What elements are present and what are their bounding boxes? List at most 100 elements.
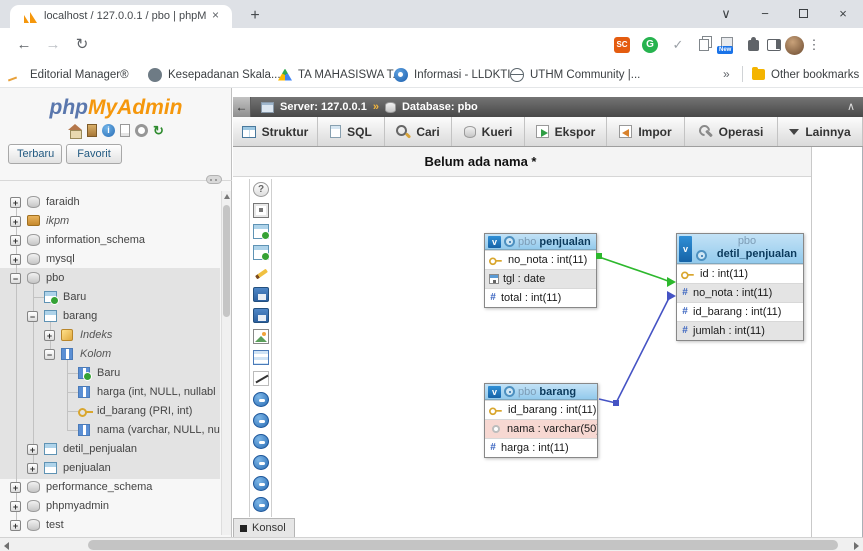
column-row[interactable]: #id_barang : int(11): [677, 302, 803, 321]
fullscreen-icon[interactable]: [253, 203, 269, 218]
export-image-icon[interactable]: [253, 329, 269, 344]
tree-item-detil_penjualan[interactable]: +detil_penjualan: [0, 440, 220, 459]
favorite-tables-button[interactable]: Favorit: [66, 144, 122, 164]
bookmark-item[interactable]: Editorial Manager®: [10, 66, 129, 83]
column-row[interactable]: #total : int(11): [485, 288, 596, 307]
tree-vertical-scrollbar[interactable]: [221, 191, 231, 535]
breadcrumb-server[interactable]: Server: 127.0.0.1: [280, 101, 367, 113]
expand-icon[interactable]: +: [10, 254, 21, 265]
tab-ekspor[interactable]: Ekspor: [525, 117, 607, 146]
column-row[interactable]: no_nota : int(11): [485, 250, 596, 269]
scroll-up-icon[interactable]: [224, 194, 230, 199]
tab-operasi[interactable]: Operasi: [685, 117, 778, 146]
column-row[interactable]: #no_nota : int(11): [677, 283, 803, 302]
close-button[interactable]: ×: [828, 0, 858, 28]
show-tables-icon[interactable]: [253, 245, 269, 260]
toggle-icon[interactable]: v: [488, 386, 501, 398]
column-row[interactable]: tgl : date: [485, 269, 596, 288]
expand-icon[interactable]: +: [44, 330, 55, 341]
tree-item-penjualan[interactable]: +penjualan: [0, 459, 220, 478]
check-extension-icon[interactable]: ✓: [666, 33, 690, 57]
column-row[interactable]: nama : varchar(50): [485, 419, 597, 438]
tree-item-Kolom[interactable]: −Kolom: [0, 345, 220, 364]
tree-item-phpmyadmin[interactable]: +phpmyadmin: [0, 497, 220, 516]
pin-text-icon[interactable]: [253, 476, 269, 491]
expand-icon[interactable]: +: [10, 235, 21, 246]
toggle-icon[interactable]: v: [679, 236, 692, 262]
new-relation-icon[interactable]: [253, 371, 269, 386]
collapse-icon[interactable]: −: [44, 349, 55, 360]
console-tab[interactable]: Konsol: [233, 518, 295, 537]
phpmyadmin-logo[interactable]: phpMyAdmin: [0, 96, 232, 120]
bookmark-item[interactable]: Kesepadanan Skala...: [148, 66, 281, 83]
save-icon[interactable]: [253, 287, 269, 302]
table-header[interactable]: vpbodetil_penjualan: [677, 234, 803, 264]
tree-item-information_schema[interactable]: +information_schema: [0, 231, 220, 250]
expand-icon[interactable]: +: [27, 444, 38, 455]
toggle-lines-icon[interactable]: [253, 455, 269, 470]
tab-lainnya[interactable]: Lainnya: [778, 117, 863, 146]
reload-icon[interactable]: ↻: [70, 33, 94, 57]
tree-item-test[interactable]: +test: [0, 516, 220, 535]
sc-extension-icon[interactable]: SC: [610, 33, 634, 57]
collapse-icon[interactable]: −: [10, 273, 21, 284]
bookmark-item[interactable]: UTHM Community |...: [510, 66, 640, 83]
column-row[interactable]: #jumlah : int(11): [677, 321, 803, 340]
snap-grid-icon[interactable]: [253, 413, 269, 428]
table-options-gear-icon[interactable]: [504, 236, 515, 247]
designer-table-detil_penjualan[interactable]: vpbodetil_penjualanid : int(11)#no_nota …: [676, 233, 804, 341]
add-table-icon[interactable]: [253, 224, 269, 239]
column-row[interactable]: #harga : int(11): [485, 438, 597, 457]
angular-links-icon[interactable]: [253, 392, 269, 407]
designer-table-barang[interactable]: vpbo barangid_barang : int(11)nama : var…: [484, 383, 598, 458]
designer-table-penjualan[interactable]: vpbo penjualanno_nota : int(11)tgl : dat…: [484, 233, 597, 308]
tab-kueri[interactable]: Kueri: [452, 117, 525, 146]
new-tab-button[interactable]: +: [243, 4, 267, 28]
tree-item-Baru[interactable]: Baru: [0, 364, 220, 383]
tree-item-performance_schema[interactable]: +performance_schema: [0, 478, 220, 497]
tab-cari[interactable]: Cari: [385, 117, 452, 146]
tree-item-harga[interactable]: harga (int, NULL, nullabl: [0, 383, 220, 402]
bookmark-item[interactable]: Informasi - LLDKTI...: [394, 66, 520, 83]
page-icon[interactable]: [120, 124, 130, 137]
grammarly-extension-icon[interactable]: G: [638, 33, 662, 57]
column-row[interactable]: id_barang : int(11): [485, 400, 597, 419]
tree-item-nama[interactable]: nama (varchar, NULL, nu: [0, 421, 220, 440]
build-query-icon[interactable]: [253, 497, 269, 512]
recent-tables-button[interactable]: Terbaru: [8, 144, 62, 164]
breadcrumb-database[interactable]: Database: pbo: [402, 101, 478, 113]
help-icon[interactable]: ?: [253, 182, 269, 197]
copy-extension-icon[interactable]: [692, 33, 716, 57]
collapse-icon[interactable]: −: [27, 311, 38, 322]
table-header[interactable]: vpbo barang: [485, 384, 597, 400]
bookmarks-overflow-icon[interactable]: »: [723, 67, 730, 81]
maximize-button[interactable]: [789, 0, 819, 28]
forward-icon[interactable]: →: [41, 33, 65, 57]
save-as-icon[interactable]: [253, 308, 269, 323]
settings-gear-icon[interactable]: [135, 124, 148, 137]
horizontal-scroll-thumb[interactable]: [88, 540, 838, 550]
small-big-all-icon[interactable]: [253, 434, 269, 449]
tab-sql[interactable]: SQL: [318, 117, 385, 146]
toggle-icon[interactable]: v: [488, 236, 501, 248]
expand-icon[interactable]: +: [10, 482, 21, 493]
tab-impor[interactable]: Impor: [607, 117, 685, 146]
column-row[interactable]: id : int(11): [677, 264, 803, 283]
info-icon[interactable]: i: [102, 124, 115, 137]
expand-icon[interactable]: +: [27, 463, 38, 474]
scroll-left-icon[interactable]: [4, 542, 9, 550]
collapse-menubar-icon[interactable]: ∧: [847, 97, 855, 117]
scroll-right-icon[interactable]: [854, 542, 859, 550]
home-icon[interactable]: [68, 124, 82, 137]
tree-item-barang[interactable]: −barang: [0, 307, 220, 326]
tree-item-id_barang[interactable]: id_barang (PRI, int): [0, 402, 220, 421]
tree-item-pbo[interactable]: −pbo: [0, 269, 220, 288]
scroll-thumb[interactable]: [223, 205, 230, 317]
window-horizontal-scrollbar[interactable]: [0, 537, 863, 551]
table-options-gear-icon[interactable]: [504, 386, 515, 397]
expand-icon[interactable]: +: [10, 216, 21, 227]
tab-close-icon[interactable]: ×: [212, 8, 219, 22]
tab-struktur[interactable]: Struktur: [233, 117, 318, 146]
expand-icon[interactable]: +: [10, 197, 21, 208]
minimize-button[interactable]: −: [750, 0, 780, 28]
